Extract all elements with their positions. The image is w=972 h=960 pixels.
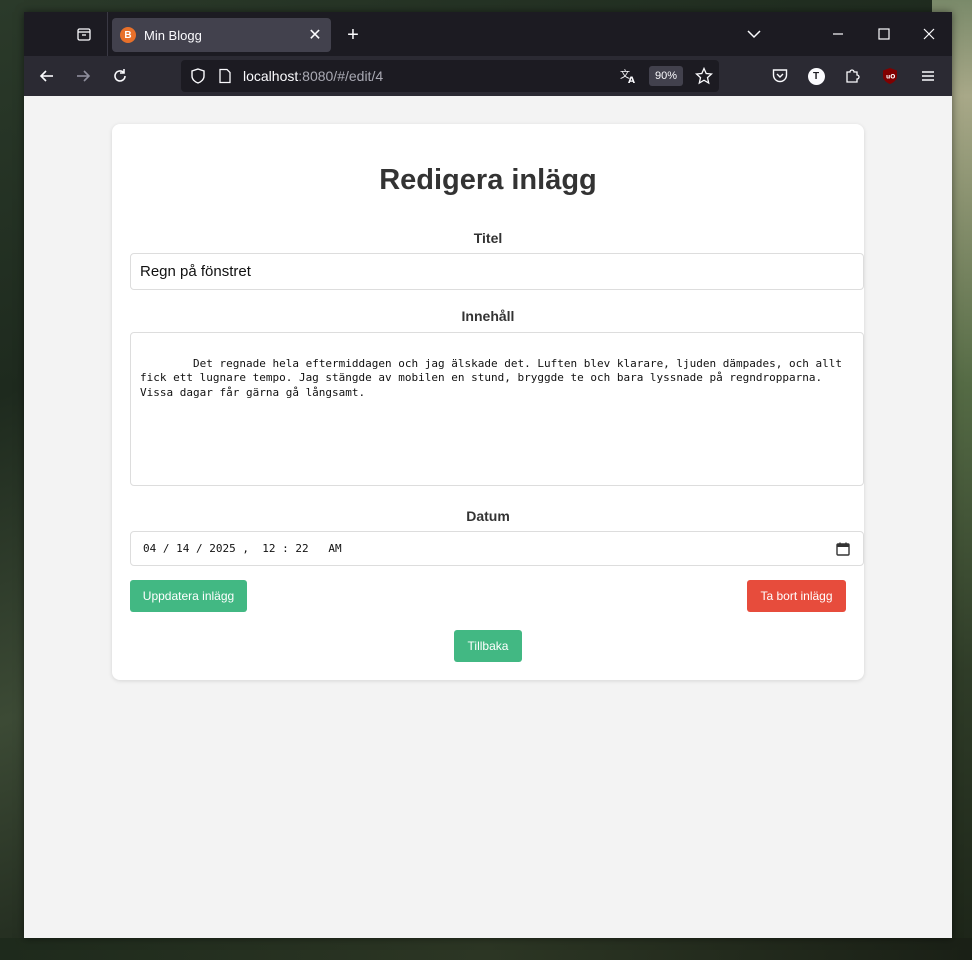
desktop-background-bottom bbox=[0, 938, 972, 960]
content-textarea[interactable]: Det regnade hela eftermiddagen och jag ä… bbox=[130, 332, 864, 486]
back-arrow-icon[interactable] bbox=[35, 64, 59, 88]
account-initial: T bbox=[807, 67, 825, 85]
svg-text:uO: uO bbox=[886, 74, 895, 81]
tab-separator bbox=[107, 12, 108, 56]
translate-icon[interactable]: 文A bbox=[619, 67, 637, 90]
url-path: :8080/#/edit/4 bbox=[298, 68, 384, 84]
close-tab-icon[interactable]: ✕ bbox=[303, 25, 327, 45]
tab-active[interactable]: B Min Blogg ✕ bbox=[112, 18, 331, 52]
pocket-icon[interactable] bbox=[768, 64, 792, 88]
maximize-icon[interactable] bbox=[874, 24, 894, 44]
back-button[interactable]: Tillbaka bbox=[454, 630, 522, 662]
extensions-puzzle-icon[interactable] bbox=[840, 64, 864, 88]
zoom-level-badge[interactable]: 90% bbox=[649, 66, 683, 86]
new-tab-icon[interactable]: + bbox=[342, 24, 364, 46]
close-window-icon[interactable] bbox=[919, 24, 939, 44]
tab-title: Min Blogg bbox=[144, 27, 202, 43]
resize-handle-icon[interactable] bbox=[849, 471, 861, 483]
url-bar[interactable]: localhost:8080/#/edit/4 文A 90% bbox=[181, 60, 719, 92]
forward-arrow-icon[interactable] bbox=[71, 64, 95, 88]
account-avatar-icon[interactable]: T bbox=[804, 64, 828, 88]
minimize-icon[interactable] bbox=[828, 24, 848, 44]
chevron-down-icon[interactable] bbox=[744, 24, 764, 44]
url-host: localhost bbox=[243, 68, 299, 84]
edit-post-form: Redigera inlägg Titel Regn på fönstret I… bbox=[112, 124, 864, 680]
title-label: Titel bbox=[473, 230, 503, 246]
date-label: Datum bbox=[466, 508, 510, 524]
delete-post-button[interactable]: Ta bort inlägg bbox=[747, 580, 846, 612]
url-text[interactable]: localhost:8080/#/edit/4 bbox=[243, 68, 383, 84]
date-input[interactable]: 04 / 14 / 2025 , 12 : 22 AM bbox=[130, 531, 864, 566]
calendar-icon[interactable] bbox=[835, 541, 851, 557]
title-input[interactable]: Regn på fönstret bbox=[130, 253, 864, 290]
shield-icon[interactable] bbox=[189, 67, 207, 90]
date-value: 04 / 14 / 2025 , 12 : 22 AM bbox=[143, 542, 342, 555]
navigation-bar: localhost:8080/#/edit/4 文A 90% T uO bbox=[24, 56, 952, 96]
browser-window: B Min Blogg ✕ + localhost:8080/#/edit/4 … bbox=[24, 12, 952, 938]
update-post-button[interactable]: Uppdatera inlägg bbox=[130, 580, 247, 612]
blogger-icon: B bbox=[120, 27, 136, 43]
content-text: Det regnade hela eftermiddagen och jag ä… bbox=[140, 356, 849, 399]
tab-bar: B Min Blogg ✕ + bbox=[24, 12, 952, 56]
hamburger-menu-icon[interactable] bbox=[916, 64, 940, 88]
reload-icon[interactable] bbox=[108, 64, 132, 88]
tab-list-icon[interactable] bbox=[72, 22, 96, 46]
ublock-origin-icon[interactable]: uO bbox=[878, 64, 902, 88]
page-icon[interactable] bbox=[217, 68, 233, 89]
page-title: Redigera inlägg bbox=[379, 164, 597, 196]
content-label: Innehåll bbox=[461, 308, 515, 324]
page-content: Redigera inlägg Titel Regn på fönstret I… bbox=[24, 96, 952, 938]
svg-text:A: A bbox=[628, 76, 635, 85]
bookmark-star-icon[interactable] bbox=[694, 66, 714, 90]
